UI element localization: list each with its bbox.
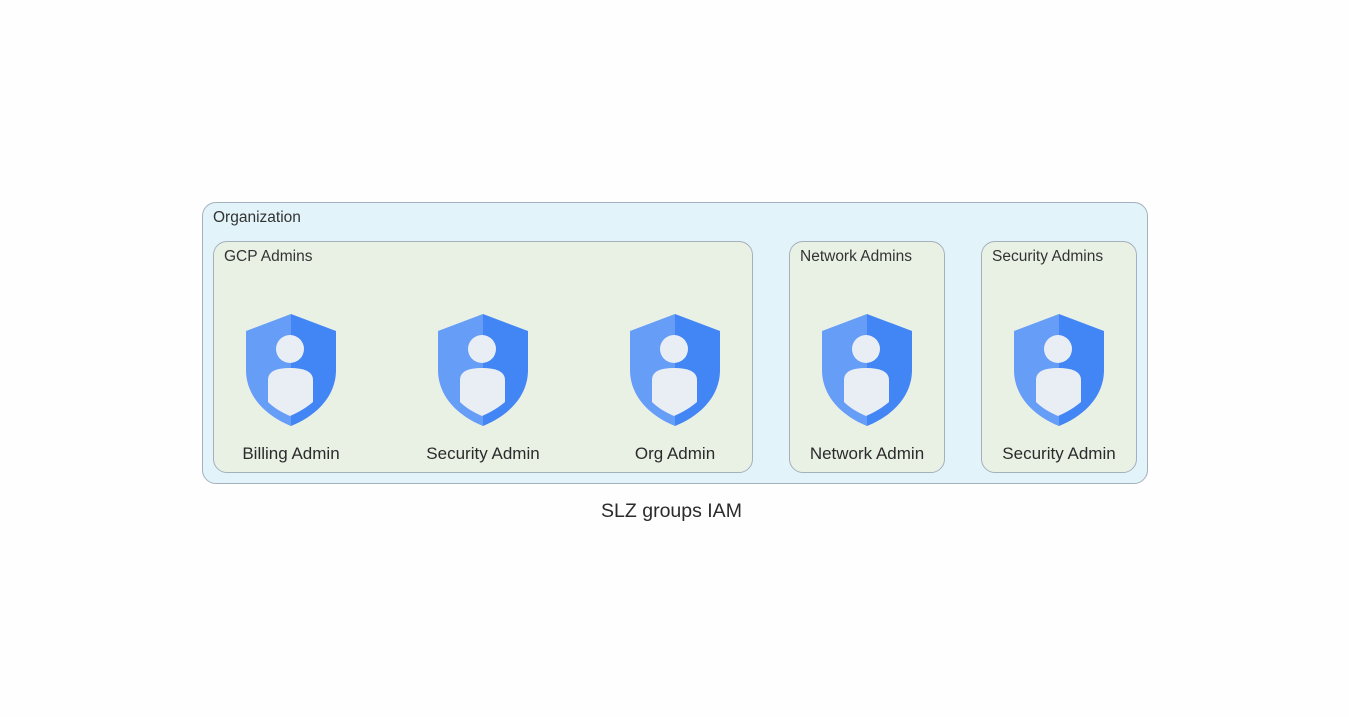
admin-shield-user-icon	[436, 312, 530, 428]
node-network-admin: Network Admin	[777, 312, 957, 472]
network-admins-label: Network Admins	[800, 248, 912, 265]
node-org-admin: Org Admin	[585, 312, 765, 472]
node-security-admin-2: Security Admin	[969, 312, 1149, 472]
diagram-canvas: Organization GCP Admins Network Admins S…	[0, 0, 1349, 717]
admin-shield-user-icon	[1012, 312, 1106, 428]
admin-shield-user-icon	[820, 312, 914, 428]
diagram-caption: SLZ groups IAM	[601, 500, 742, 522]
admin-shield-user-icon	[628, 312, 722, 428]
node-label: Org Admin	[634, 444, 716, 463]
node-billing-admin: Billing Admin	[201, 312, 381, 472]
node-label: Network Admin	[809, 444, 925, 463]
node-label: Security Admin	[426, 444, 540, 463]
node-label: Billing Admin	[242, 444, 340, 463]
organization-label: Organization	[213, 209, 301, 226]
security-admins-label: Security Admins	[992, 248, 1104, 265]
admin-shield-user-icon	[244, 312, 338, 428]
node-label: Security Admin	[1002, 444, 1116, 463]
gcp-admins-label: GCP Admins	[224, 248, 313, 265]
node-security-admin: Security Admin	[393, 312, 573, 472]
